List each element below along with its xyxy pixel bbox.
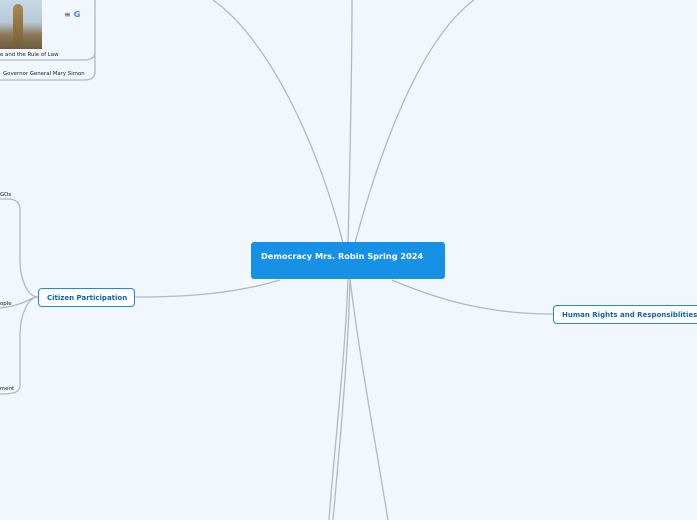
menu-icon[interactable]: ≡ — [64, 10, 71, 19]
rule-of-law-image — [0, 0, 42, 49]
subtopic-ople[interactable]: ople — [0, 301, 12, 307]
topic-governor-general[interactable]: Governor General Mary Simon — [3, 71, 85, 77]
image-toolbar[interactable]: ≡ G — [64, 10, 80, 19]
topic-label: Citizen Participation — [47, 293, 128, 302]
subtopic-ment[interactable]: ment — [0, 386, 14, 392]
topic-rule-of-law[interactable]: e and the Rule of Law — [0, 52, 59, 58]
topic-citizen-participation[interactable]: Citizen Participation — [38, 288, 135, 307]
topic-label: Human Rights and Responsiblities — [562, 310, 697, 319]
subtopic-gos[interactable]: GOs — [0, 192, 11, 198]
topic-human-rights[interactable]: Human Rights and Responsiblities — [553, 305, 697, 324]
central-topic-label: Democracy Mrs. Robin Spring 2024 — [261, 251, 424, 261]
google-icon[interactable]: G — [74, 10, 81, 19]
statue-figure — [13, 4, 23, 46]
central-topic[interactable]: Democracy Mrs. Robin Spring 2024 — [251, 242, 445, 279]
